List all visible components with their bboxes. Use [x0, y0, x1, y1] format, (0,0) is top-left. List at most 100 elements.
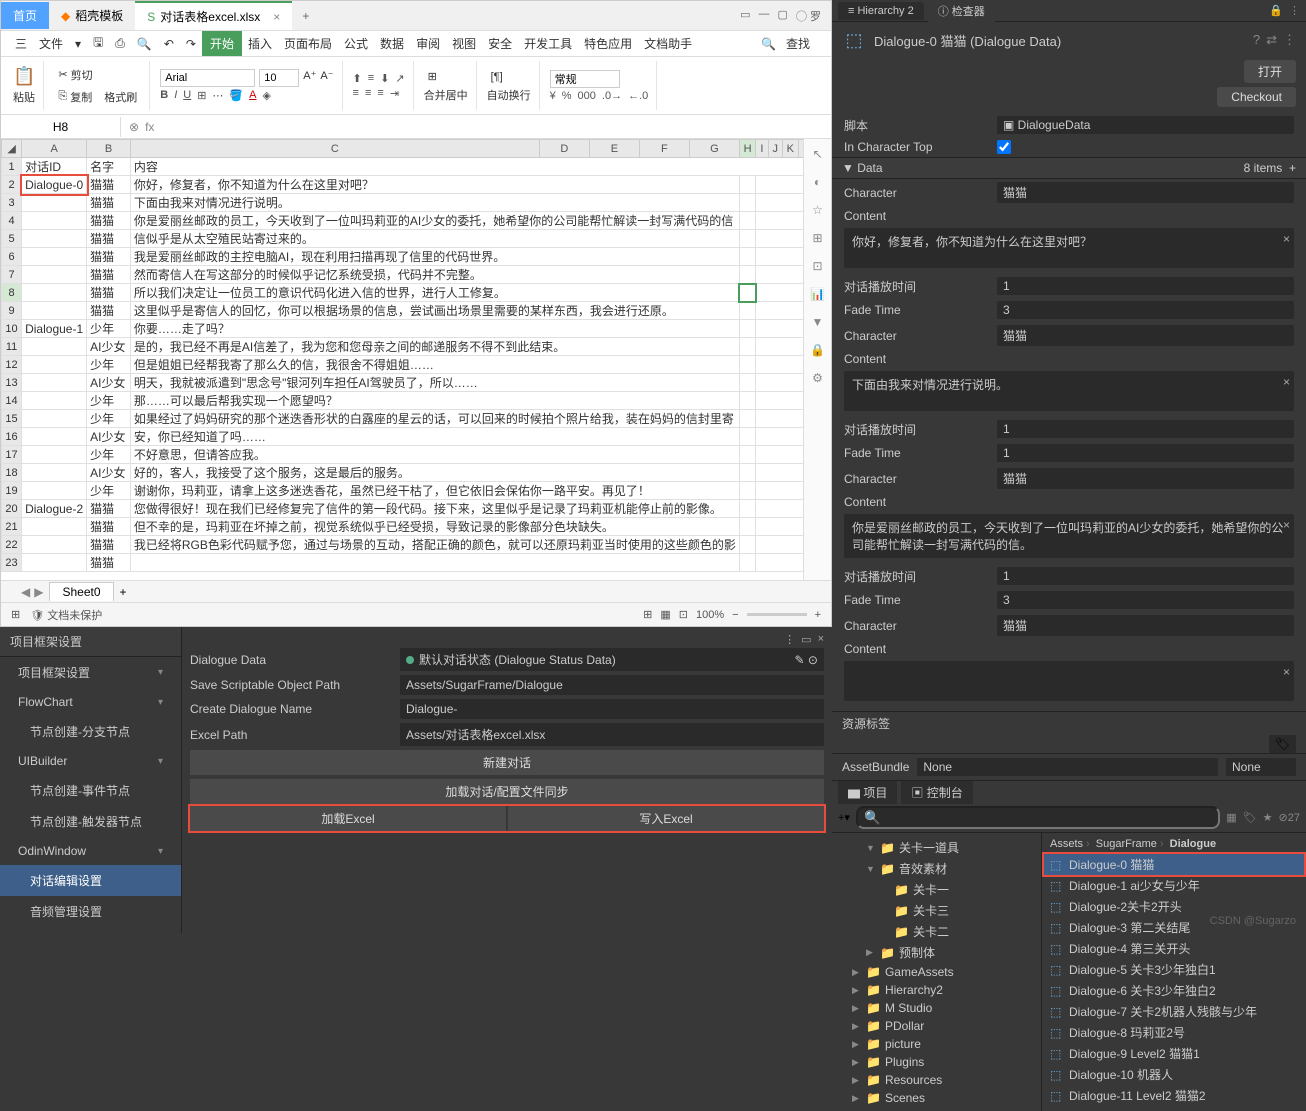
cell[interactable]: 好的，客人，我接受了这个服务，这是最后的服务。 — [130, 464, 739, 482]
cell[interactable]: 这里似乎是寄信人的回忆，你可以根据场景的信息，尝试画出场景里需要的某样东西，我会… — [130, 302, 739, 320]
cell[interactable]: 少年 — [87, 446, 131, 464]
cell[interactable]: 你要……走了吗？ — [130, 320, 739, 338]
save-icon[interactable]: ★ — [1263, 811, 1273, 824]
tree-item[interactable]: ▼📁关卡一道具 — [834, 837, 1039, 858]
save-icon[interactable]: 🖫 — [87, 29, 109, 58]
cell[interactable] — [739, 248, 755, 266]
cell[interactable] — [22, 194, 87, 212]
checkout-button[interactable]: Checkout — [1217, 87, 1296, 107]
cell[interactable]: 那……可以最后帮我实现一个愿望吗？ — [130, 392, 739, 410]
row-header[interactable]: 19 — [2, 482, 22, 500]
cell[interactable]: Dialogue-0 — [22, 176, 87, 194]
cell[interactable] — [22, 446, 87, 464]
cell[interactable]: 猫猫 — [87, 536, 131, 554]
fadetime-field[interactable]: 1 — [997, 444, 1294, 462]
tree-item[interactable]: ▶📁picture — [834, 1035, 1039, 1053]
cell[interactable] — [22, 356, 87, 374]
tree-item[interactable]: ▶📁Plugins — [834, 1053, 1039, 1071]
cell[interactable] — [739, 320, 755, 338]
security-tab[interactable]: 安全 — [482, 31, 518, 56]
zoom-in-icon[interactable]: + — [815, 609, 821, 621]
cell[interactable]: 然而寄信人在写这部分的时候似乎记忆系统受损，代码并不完整。 — [130, 266, 739, 284]
content-field[interactable]: 你是爱丽丝邮政的员工，今天收到了一位叫玛莉亚的AI少女的委托，她希望你的公司能帮… — [844, 514, 1294, 558]
cell[interactable] — [22, 482, 87, 500]
cell[interactable] — [739, 374, 755, 392]
cell[interactable] — [739, 176, 755, 194]
row-header[interactable]: 21 — [2, 518, 22, 536]
favorite-icon[interactable]: ☆ — [812, 203, 823, 217]
cell[interactable]: 少年 — [87, 356, 131, 374]
align-middle-icon[interactable]: ≡ — [368, 72, 374, 85]
tree-item[interactable]: ▶📁Hierarchy2 — [834, 981, 1039, 999]
tag-icon[interactable]: 🏷 — [1269, 735, 1296, 753]
cell[interactable]: 我已经将RGB色彩代码赋予您，通过与场景的互动，搭配正确的颜色，就可以还原玛莉亚… — [130, 536, 739, 554]
sidebar-node-trigger[interactable]: 节点创建-触发器节点 — [0, 806, 181, 837]
character-field[interactable]: 猫猫 — [997, 325, 1294, 346]
cell[interactable]: AI少女 — [87, 428, 131, 446]
maximize-icon[interactable]: ▢ — [778, 8, 788, 24]
playtime-field[interactable]: 1 — [997, 277, 1294, 295]
align-center-icon[interactable]: ≡ — [365, 87, 371, 100]
cell[interactable]: 猫猫 — [87, 500, 131, 518]
sidebar-flowchart[interactable]: FlowChart▾ — [0, 688, 181, 716]
paste-icon[interactable]: 📋 — [13, 66, 35, 87]
sidebar-audio-mgr[interactable]: 音频管理设置 — [0, 896, 181, 927]
close-icon[interactable]: × — [818, 633, 824, 646]
console-tab[interactable]: ▣ 控制台 — [901, 781, 972, 804]
fadetime-field[interactable]: 3 — [997, 591, 1294, 609]
cell[interactable]: 猫猫 — [87, 194, 131, 212]
cell[interactable]: 猫猫 — [87, 212, 131, 230]
cell[interactable] — [22, 230, 87, 248]
row-header[interactable]: 6 — [2, 248, 22, 266]
minimize-icon[interactable]: — — [759, 8, 770, 24]
inchar-checkbox[interactable] — [997, 140, 1011, 154]
cell[interactable] — [22, 212, 87, 230]
help-icon[interactable]: ? — [1253, 32, 1260, 48]
filter-icon[interactable]: ▼ — [812, 315, 824, 329]
cell[interactable] — [739, 410, 755, 428]
favorite-icon[interactable]: 🏷 — [1243, 811, 1257, 824]
dochelper-tab[interactable]: 文档助手 — [638, 31, 698, 56]
asset-item[interactable]: ⬚Dialogue-4 第三关开头 — [1044, 938, 1304, 959]
lock-icon[interactable]: 🔒 — [810, 343, 825, 357]
sync-config-button[interactable]: 加载对话/配置文件同步 — [190, 779, 824, 804]
cell[interactable] — [22, 374, 87, 392]
cell[interactable] — [22, 338, 87, 356]
cell[interactable] — [22, 464, 87, 482]
asset-list[interactable]: Assets› SugarFrame› Dialogue ⬚Dialogue-0… — [1042, 833, 1306, 1111]
excel-path-field[interactable]: Assets/对话表格excel.xlsx — [400, 723, 824, 746]
sidebar-node-branch[interactable]: 节点创建-分支节点 — [0, 716, 181, 747]
special-tab[interactable]: 特色应用 — [578, 31, 638, 56]
fill-color-icon[interactable]: 🪣 — [229, 89, 243, 102]
select-all-corner[interactable]: ◢ — [2, 140, 22, 158]
tree-item[interactable]: ▶📁PDollar — [834, 1017, 1039, 1035]
cell[interactable] — [22, 392, 87, 410]
asset-item[interactable]: ⬚Dialogue-10 机器人 — [1044, 1064, 1304, 1085]
load-excel-button[interactable]: 加载Excel — [190, 806, 506, 831]
preview-icon[interactable]: 🔍 — [131, 33, 158, 55]
chart-icon[interactable]: 📊 — [810, 287, 825, 301]
bold-icon[interactable]: B — [160, 89, 168, 102]
comma-icon[interactable]: 000 — [578, 90, 596, 102]
cell[interactable] — [22, 518, 87, 536]
row-header[interactable]: 22 — [2, 536, 22, 554]
asset-item[interactable]: ⬚Dialogue-2关卡2开头 — [1044, 896, 1304, 917]
cell[interactable] — [22, 266, 87, 284]
cell[interactable]: AI少女 — [87, 464, 131, 482]
cell[interactable]: Dialogue-1 — [22, 320, 87, 338]
cell[interactable]: 是的，我已经不再是AI信差了，我为您和您母亲之间的邮递服务不得不到此结束。 — [130, 338, 739, 356]
row-header[interactable]: 16 — [2, 428, 22, 446]
cell[interactable] — [739, 212, 755, 230]
cell[interactable] — [739, 392, 755, 410]
cell[interactable]: 猫猫 — [87, 302, 131, 320]
cell[interactable] — [739, 500, 755, 518]
cell[interactable] — [22, 536, 87, 554]
cell[interactable] — [22, 248, 87, 266]
cell[interactable] — [22, 554, 87, 572]
format-painter[interactable]: 格式刷 — [100, 87, 141, 107]
italic-icon[interactable]: I — [174, 89, 177, 102]
sidebar-dialog-edit[interactable]: 对话编辑设置 — [0, 865, 181, 896]
col-header-b[interactable]: B — [87, 140, 131, 158]
row-header[interactable]: 3 — [2, 194, 22, 212]
content-field[interactable]: 下面由我来对情况进行说明。× — [844, 371, 1294, 411]
